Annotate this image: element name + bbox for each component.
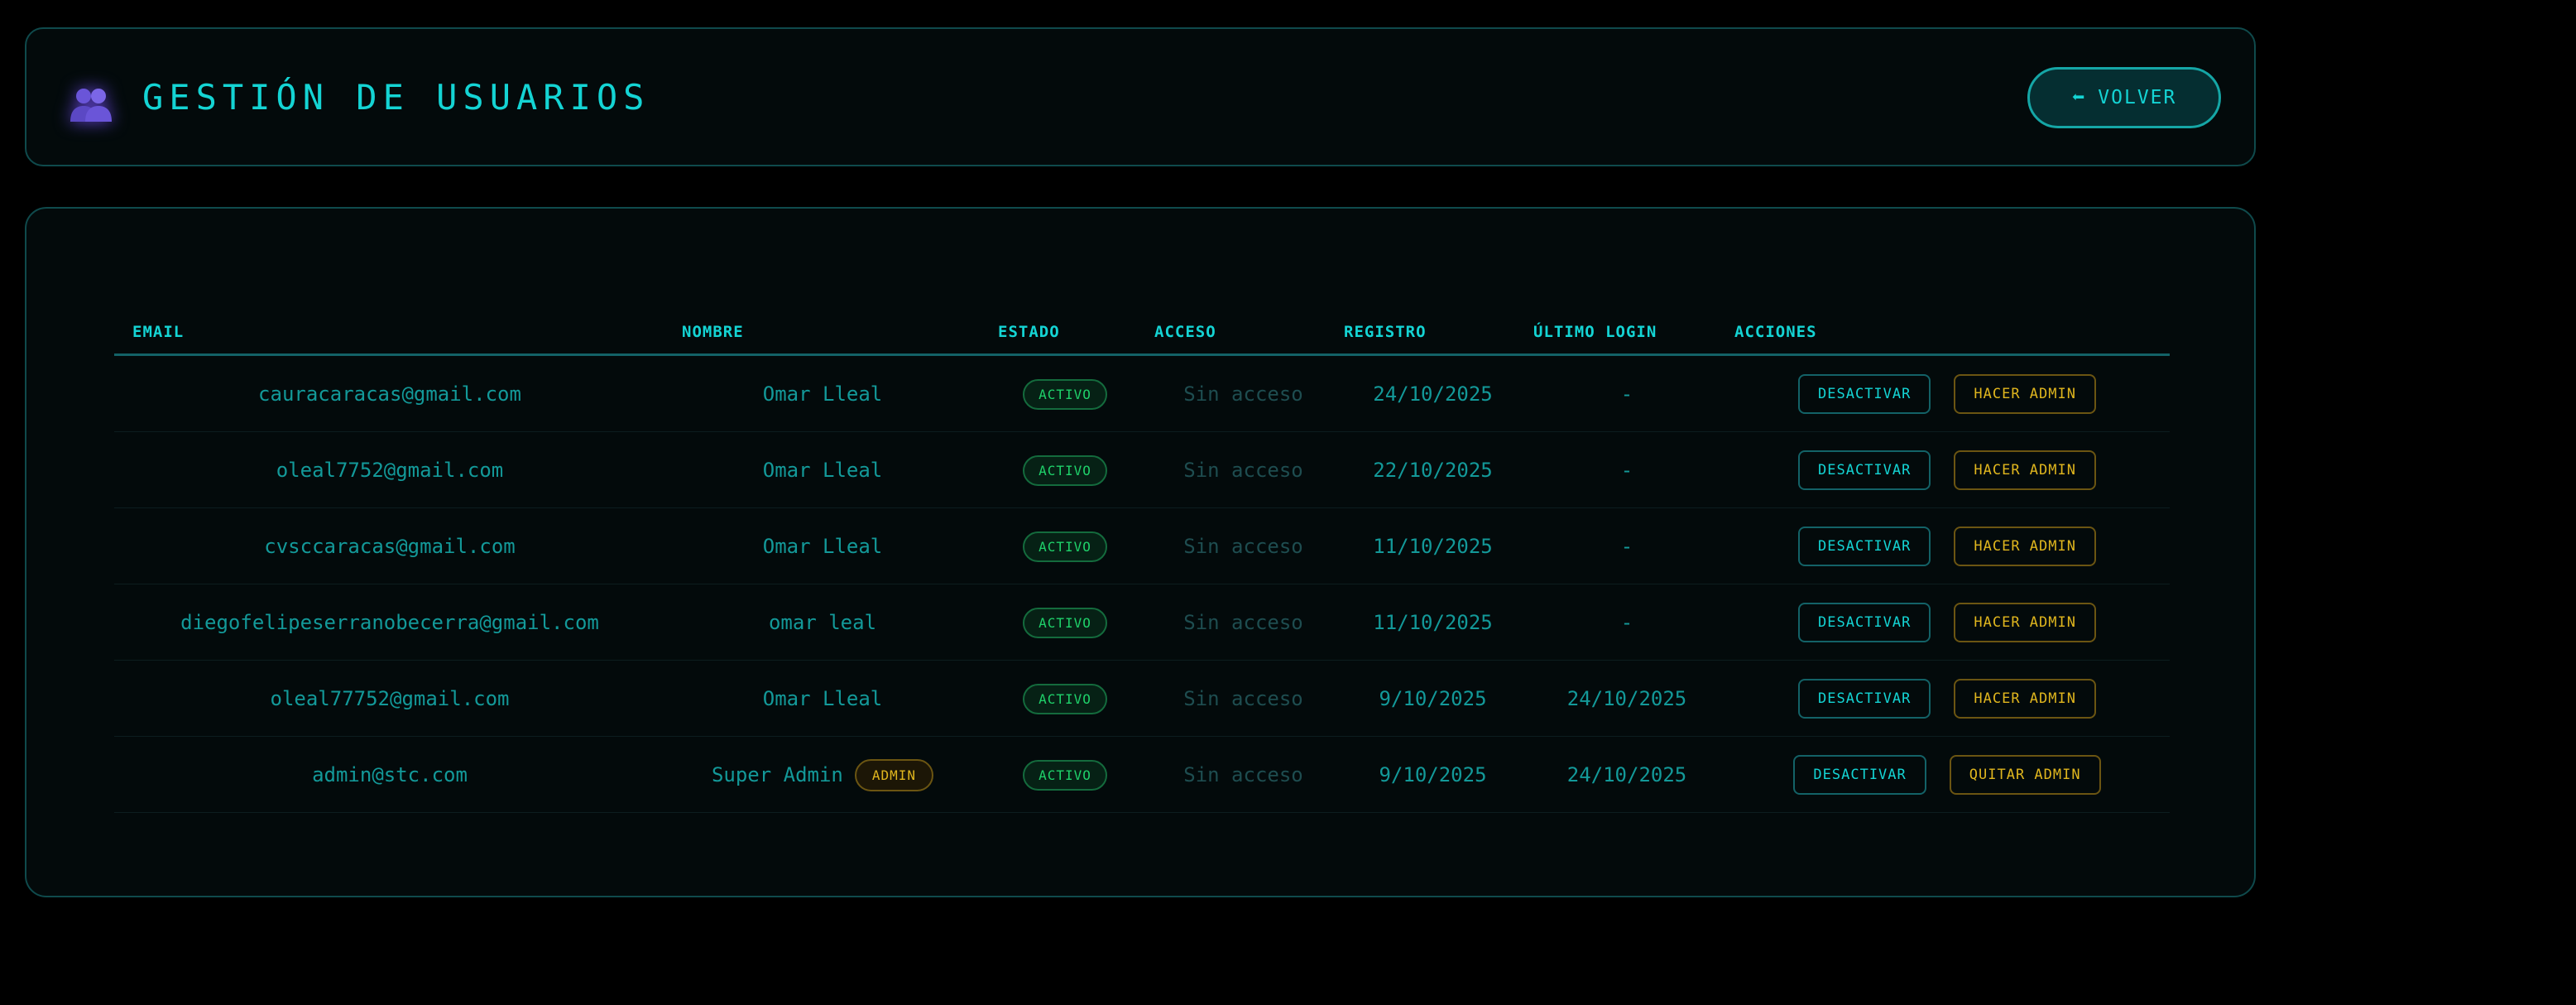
deactivate-button[interactable]: DESACTIVAR: [1793, 755, 1926, 795]
status-cell: ACTIVO: [980, 508, 1150, 584]
registration-date: 11/10/2025: [1373, 611, 1493, 634]
last-login: -: [1620, 459, 1633, 482]
status-cell: ACTIVO: [980, 356, 1150, 432]
column-header-email: EMAIL: [132, 323, 185, 341]
column-header-acceso: ACCESO: [1154, 323, 1216, 341]
last-login: -: [1620, 611, 1633, 634]
user-email: oleal77752@gmail.com: [270, 687, 510, 710]
status-cell: ACTIVO: [980, 661, 1150, 737]
registration-date: 22/10/2025: [1373, 459, 1493, 482]
back-button-label: VOLVER: [2098, 87, 2177, 108]
table-row: diegofelipeserranobecerra@gmail.com omar…: [114, 584, 2170, 661]
actions-cell: DESACTIVAR HACER ADMIN: [1725, 508, 2170, 584]
actions-cell: DESACTIVAR HACER ADMIN: [1725, 356, 2170, 432]
status-cell: ACTIVO: [980, 584, 1150, 661]
user-email: cauracaracas@gmail.com: [258, 382, 521, 406]
access-value: Sin acceso: [1183, 763, 1303, 786]
last-login: -: [1620, 382, 1633, 406]
column-header-nombre: NOMBRE: [682, 323, 744, 341]
actions-cell: DESACTIVAR HACER ADMIN: [1725, 584, 2170, 661]
registration-date: 11/10/2025: [1373, 535, 1493, 558]
user-email: oleal7752@gmail.com: [276, 459, 504, 482]
user-email: admin@stc.com: [312, 763, 468, 786]
user-email: diegofelipeserranobecerra@gmail.com: [180, 611, 599, 634]
user-name: Omar Lleal: [762, 382, 883, 406]
status-badge: ACTIVO: [1023, 607, 1107, 638]
deactivate-button[interactable]: DESACTIVAR: [1798, 603, 1931, 642]
back-button[interactable]: ⬅ VOLVER: [2027, 67, 2221, 128]
admin-role-badge: ADMIN: [854, 758, 934, 791]
user-name: Omar Lleal: [762, 535, 883, 558]
access-value: Sin acceso: [1183, 535, 1303, 558]
user-name: Omar Lleal: [762, 459, 883, 482]
actions-cell: DESACTIVAR HACER ADMIN: [1725, 661, 2170, 737]
status-badge: ACTIVO: [1023, 531, 1107, 562]
remove-admin-button[interactable]: QUITAR ADMIN: [1949, 755, 2101, 795]
users-panel: EMAIL NOMBRE ESTADO ACCESO REGISTRO ÚLTI…: [25, 207, 2256, 897]
users-table: EMAIL NOMBRE ESTADO ACCESO REGISTRO ÚLTI…: [114, 308, 2170, 813]
access-value: Sin acceso: [1183, 382, 1303, 406]
last-login: 24/10/2025: [1566, 687, 1687, 710]
user-name-cell: Omar Lleal: [665, 356, 980, 432]
deactivate-button[interactable]: DESACTIVAR: [1798, 450, 1931, 490]
column-header-estado: ESTADO: [998, 323, 1060, 341]
user-name-cell: Omar Lleal: [665, 432, 980, 508]
table-row: admin@stc.com Super Admin ADMIN ACTIVO S…: [114, 737, 2170, 813]
last-login: 24/10/2025: [1566, 763, 1687, 786]
users-icon: [70, 89, 112, 122]
column-header-acciones: ACCIONES: [1734, 323, 1817, 341]
deactivate-button[interactable]: DESACTIVAR: [1798, 679, 1931, 719]
user-name-cell: Omar Lleal: [665, 508, 980, 584]
user-name-cell: Omar Lleal: [665, 661, 980, 737]
user-name: Super Admin: [711, 763, 843, 786]
status-cell: ACTIVO: [980, 432, 1150, 508]
table-row: cauracaracas@gmail.com Omar Lleal ACTIVO…: [114, 356, 2170, 432]
user-name: omar leal: [768, 611, 877, 634]
status-badge: ACTIVO: [1023, 759, 1107, 791]
table-header: EMAIL NOMBRE ESTADO ACCESO REGISTRO ÚLTI…: [114, 308, 2170, 356]
access-value: Sin acceso: [1183, 611, 1303, 634]
user-name-cell: omar leal: [665, 584, 980, 661]
header-panel: GESTIÓN DE USUARIOS ⬅ VOLVER: [25, 27, 2256, 166]
last-login: -: [1620, 535, 1633, 558]
user-name: Omar Lleal: [762, 687, 883, 710]
status-badge: ACTIVO: [1023, 378, 1107, 410]
access-value: Sin acceso: [1183, 687, 1303, 710]
registration-date: 9/10/2025: [1379, 763, 1487, 786]
status-badge: ACTIVO: [1023, 454, 1107, 486]
user-name-cell: Super Admin ADMIN: [665, 737, 980, 813]
registration-date: 24/10/2025: [1373, 382, 1493, 406]
status-cell: ACTIVO: [980, 737, 1150, 813]
column-header-ultimo-login: ÚLTIMO LOGIN: [1533, 323, 1657, 341]
user-email: cvsccaracas@gmail.com: [264, 535, 516, 558]
column-header-registro: REGISTRO: [1344, 323, 1427, 341]
deactivate-button[interactable]: DESACTIVAR: [1798, 527, 1931, 566]
page-title: GESTIÓN DE USUARIOS: [142, 77, 650, 118]
make-admin-button[interactable]: HACER ADMIN: [1954, 374, 2096, 414]
make-admin-button[interactable]: HACER ADMIN: [1954, 679, 2096, 719]
status-badge: ACTIVO: [1023, 683, 1107, 714]
make-admin-button[interactable]: HACER ADMIN: [1954, 527, 2096, 566]
deactivate-button[interactable]: DESACTIVAR: [1798, 374, 1931, 414]
arrow-left-icon: ⬅: [2071, 85, 2087, 110]
registration-date: 9/10/2025: [1379, 687, 1487, 710]
make-admin-button[interactable]: HACER ADMIN: [1954, 603, 2096, 642]
actions-cell: DESACTIVAR HACER ADMIN: [1725, 432, 2170, 508]
make-admin-button[interactable]: HACER ADMIN: [1954, 450, 2096, 490]
access-value: Sin acceso: [1183, 459, 1303, 482]
table-row: oleal77752@gmail.com Omar Lleal ACTIVO S…: [114, 661, 2170, 737]
table-row: cvsccaracas@gmail.com Omar Lleal ACTIVO …: [114, 508, 2170, 584]
table-row: oleal7752@gmail.com Omar Lleal ACTIVO Si…: [114, 432, 2170, 508]
actions-cell: DESACTIVAR QUITAR ADMIN: [1725, 737, 2170, 813]
